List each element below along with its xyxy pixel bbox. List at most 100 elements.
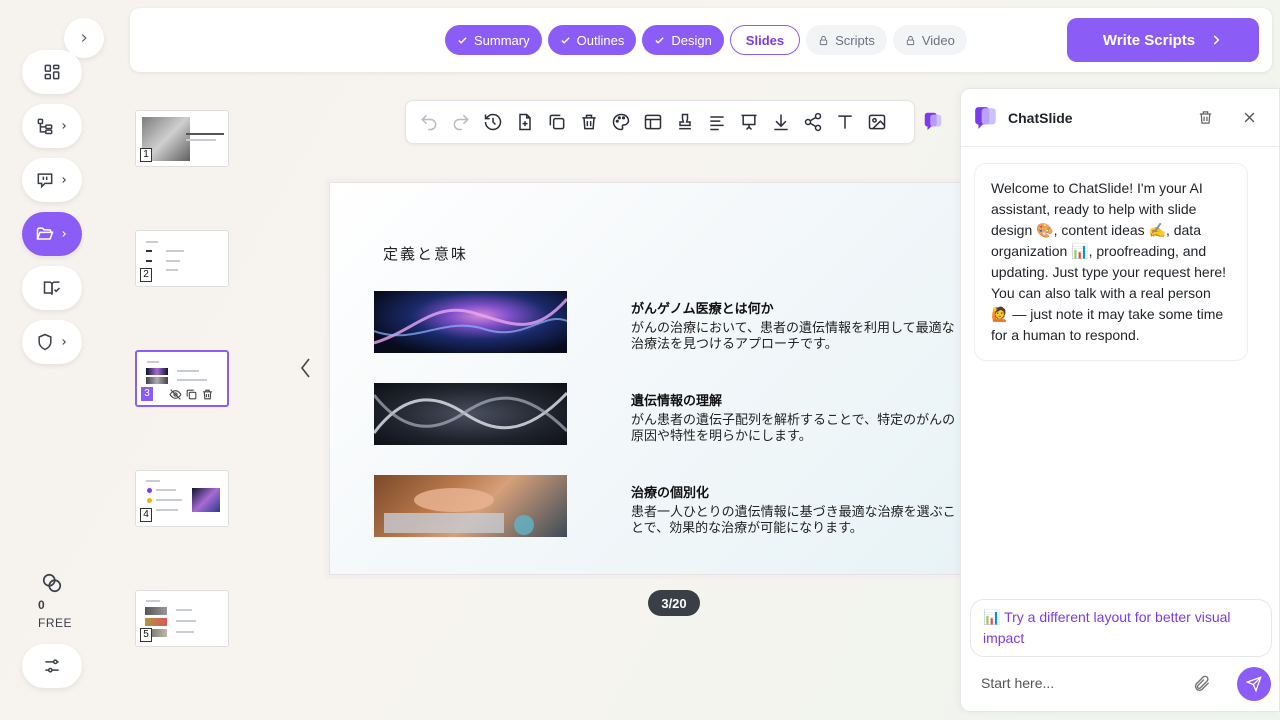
step-summary[interactable]: Summary (445, 25, 542, 55)
attach-button[interactable] (1192, 674, 1211, 698)
trash-icon[interactable] (201, 388, 214, 401)
slide-title[interactable]: 定義と意味 (383, 243, 468, 264)
top-bar: Summary Outlines Design Slides Scripts V… (130, 8, 1272, 72)
slide-thumbnail[interactable]: 5 (135, 590, 229, 647)
step-label: Scripts (835, 32, 875, 48)
delete-button[interactable] (578, 111, 600, 133)
share-button[interactable] (802, 111, 824, 133)
download-icon (774, 114, 788, 131)
presentation-icon (741, 114, 757, 131)
workflow-steps: Summary Outlines Design Slides Scripts V… (445, 25, 967, 55)
align-left-icon (710, 116, 724, 131)
write-scripts-button[interactable]: Write Scripts (1067, 18, 1259, 62)
chevron-right-icon (62, 339, 66, 345)
add-text-button[interactable] (834, 111, 856, 133)
sidebar-item-outline[interactable] (22, 104, 82, 148)
slide-thumbnail[interactable]: 1 (135, 110, 229, 167)
trash-icon (582, 114, 596, 130)
add-page-button[interactable] (514, 111, 536, 133)
row-heading[interactable]: 遺伝情報の理解 (631, 390, 968, 409)
row-heading[interactable]: 治療の個別化 (631, 482, 968, 501)
dna-helix-image[interactable] (374, 383, 567, 445)
thumbnail-tools (169, 388, 214, 401)
undo-button[interactable] (418, 111, 440, 133)
sidebar-item-dashboard[interactable] (22, 50, 82, 94)
undo-icon (421, 114, 437, 131)
sidebar-item-projects[interactable] (22, 212, 82, 256)
layout-button[interactable] (642, 111, 664, 133)
thumbnail-number: 2 (140, 268, 152, 282)
text-align-button[interactable] (706, 111, 728, 133)
thumbnail-number: 1 (140, 148, 152, 162)
slide-canvas[interactable]: 定義と意味 がんゲノム医療とは何か がんの治療において、患者の遺伝情報を利用して… (329, 182, 969, 575)
image-icon (868, 114, 886, 130)
sidebar-item-library[interactable] (22, 266, 82, 310)
file-plus-icon (519, 113, 531, 131)
settings-button[interactable] (22, 644, 82, 688)
close-icon (1244, 112, 1255, 123)
lock-icon (819, 35, 828, 45)
step-design[interactable]: Design (642, 25, 724, 55)
slide-thumbnail[interactable]: 2 (135, 230, 229, 287)
trash-icon (1199, 111, 1212, 124)
sliders-icon (45, 659, 59, 673)
step-label: Outlines (576, 32, 625, 48)
template-button[interactable] (674, 111, 696, 133)
redo-icon (453, 114, 469, 131)
sidebar-item-security[interactable] (22, 320, 82, 364)
step-scripts[interactable]: Scripts (806, 25, 887, 55)
send-button[interactable] (1237, 667, 1271, 701)
lock-icon (906, 35, 914, 45)
check-icon (560, 36, 570, 44)
dna-image[interactable] (374, 291, 567, 353)
history-button[interactable] (482, 111, 504, 133)
step-slides[interactable]: Slides (729, 25, 801, 55)
slide-thumbnail[interactable]: 4 (135, 470, 229, 527)
chatslide-logo-icon[interactable] (922, 110, 944, 137)
close-chat-button[interactable] (1242, 110, 1257, 130)
chevron-right-icon (62, 177, 66, 183)
eye-off-icon[interactable] (169, 388, 182, 401)
chevron-right-icon (62, 231, 66, 237)
stamp-icon (679, 113, 691, 130)
chatslide-logo-icon (973, 105, 999, 136)
download-button[interactable] (770, 111, 792, 133)
slide-thumbnail-selected[interactable]: 3 (135, 350, 229, 407)
chat-composer (961, 659, 1279, 713)
present-button[interactable] (738, 111, 760, 133)
copy-icon (549, 114, 565, 130)
chevron-right-icon (81, 34, 87, 42)
sidebar-item-chat[interactable] (22, 158, 82, 202)
duplicate-icon[interactable] (185, 388, 198, 401)
chevron-right-icon (1213, 35, 1220, 45)
paperclip-icon (1194, 675, 1210, 691)
hierarchy-icon (37, 118, 53, 135)
chat-title: ChatSlide (1008, 110, 1073, 126)
chat-header: ChatSlide (961, 89, 1279, 147)
row-body[interactable]: がん患者の遺伝子配列を解析することで、特定のがんの原因や特性を明らかにします。 (631, 412, 961, 444)
step-label: Video (921, 32, 955, 48)
book-check-icon (43, 281, 61, 295)
chat-input[interactable] (981, 675, 1181, 691)
redo-button[interactable] (450, 111, 472, 133)
step-video[interactable]: Video (892, 25, 967, 55)
row-body[interactable]: がんの治療において、患者の遺伝情報を利用して最適な治療法を見つけるアプローチです… (631, 320, 961, 352)
duplicate-button[interactable] (546, 111, 568, 133)
row-body[interactable]: 患者一人ひとりの遺伝情報に基づき最適な治療を選ぶことで、効果的な治療が可能になり… (631, 504, 961, 536)
editor-toolbar (405, 100, 915, 144)
suggestion-chip[interactable]: 📊 Try a different layout for better visu… (970, 599, 1272, 657)
clear-chat-button[interactable] (1197, 109, 1214, 131)
chevron-left-icon (300, 358, 310, 378)
step-outlines[interactable]: Outlines (547, 25, 637, 55)
theme-button[interactable] (610, 111, 632, 133)
palette-icon (612, 113, 630, 131)
dashboard-icon (44, 64, 60, 80)
row-heading[interactable]: がんゲノム医療とは何か (631, 298, 968, 317)
previous-slide-button[interactable] (298, 356, 314, 385)
thumbnail-number: 3 (141, 387, 153, 401)
assistant-message: Welcome to ChatSlide! I'm your AI assist… (974, 163, 1248, 361)
add-image-button[interactable] (866, 111, 888, 133)
folder-open-icon (36, 227, 54, 240)
typing-laptop-image[interactable] (374, 475, 567, 537)
step-label: Summary (474, 32, 530, 48)
